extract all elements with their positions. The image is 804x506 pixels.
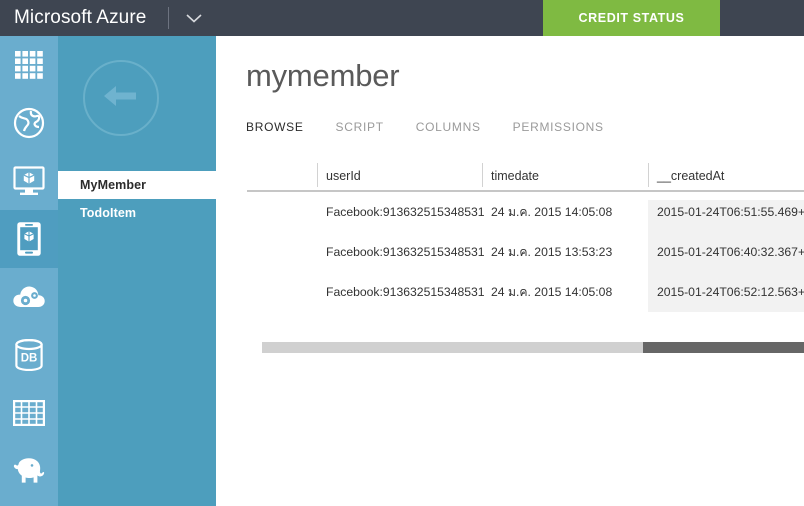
grid-all-items-icon — [14, 50, 44, 80]
grid-header-row: userId timedate __createdAt — [247, 160, 804, 192]
chevron-down-icon[interactable] — [185, 12, 203, 24]
rail-item-cloud-integration[interactable] — [0, 268, 58, 326]
column-header-userid[interactable]: userId — [317, 160, 482, 192]
tab-bar: BROWSE SCRIPT COLUMNS PERMISSIONS — [246, 120, 636, 134]
credit-status-button[interactable]: CREDIT STATUS — [543, 0, 720, 36]
nav-item-todoitem[interactable]: TodoItem — [58, 199, 216, 227]
tab-script[interactable]: SCRIPT — [336, 120, 384, 134]
table-row[interactable]: Facebook:913632515348531 24 ม.ค. 2015 13… — [247, 232, 804, 272]
azure-portal-window: Microsoft Azure CREDIT STATUS DB MyMembe… — [0, 0, 804, 506]
horizontal-scrollbar-thumb[interactable] — [643, 342, 804, 353]
rail-item-storage[interactable] — [0, 384, 58, 442]
rail-item-sql-databases[interactable]: DB — [0, 326, 58, 384]
back-button[interactable] — [83, 60, 159, 136]
column-header-createdat[interactable]: __createdAt — [648, 160, 804, 192]
table-nav-panel: MyMember TodoItem — [58, 36, 216, 506]
top-bar: Microsoft Azure CREDIT STATUS — [0, 0, 804, 36]
brand-title: Microsoft Azure — [14, 7, 147, 28]
monitor-cloud-service-icon — [13, 166, 45, 196]
horizontal-scrollbar[interactable] — [262, 342, 804, 353]
cell-timedate: 24 ม.ค. 2015 14:05:08 — [491, 204, 613, 219]
nav-item-label: MyMember — [80, 178, 147, 192]
back-arrow-icon — [100, 81, 142, 116]
page-title: mymember — [246, 58, 400, 93]
mobile-services-icon — [16, 221, 42, 257]
tab-permissions[interactable]: PERMISSIONS — [513, 120, 604, 134]
service-icon-rail: DB — [0, 36, 58, 506]
column-header-blank[interactable] — [247, 160, 317, 192]
rail-item-mobile-services[interactable] — [0, 210, 58, 268]
rail-item-hdinsight[interactable] — [0, 442, 58, 500]
rail-item-all-items[interactable] — [0, 36, 58, 94]
rail-item-websites[interactable] — [0, 94, 58, 152]
cell-userid: Facebook:913632515348531 — [326, 245, 485, 259]
cell-createdat: 2015-01-24T06:40:32.367+. — [657, 245, 804, 259]
cell-blank — [247, 272, 317, 312]
tab-browse[interactable]: BROWSE — [246, 120, 304, 134]
tab-columns[interactable]: COLUMNS — [416, 120, 481, 134]
cloud-gears-icon — [12, 283, 46, 311]
data-grid: userId timedate __createdAt Facebook:913… — [247, 160, 804, 353]
cell-userid: Facebook:913632515348531 — [326, 205, 485, 219]
database-db-icon: DB — [15, 339, 43, 371]
globe-network-icon — [13, 107, 45, 139]
content-area: mymember BROWSE SCRIPT COLUMNS PERMISSIO… — [216, 36, 804, 506]
cell-blank — [247, 232, 317, 272]
table-storage-icon — [13, 400, 45, 426]
column-header-timedate[interactable]: timedate — [482, 160, 648, 192]
nav-item-label: TodoItem — [80, 206, 137, 220]
rail-item-cloud-services[interactable] — [0, 152, 58, 210]
grid-body: Facebook:913632515348531 24 ม.ค. 2015 14… — [247, 192, 804, 312]
cell-timedate: 24 ม.ค. 2015 14:05:08 — [491, 284, 613, 299]
brand-divider — [168, 7, 170, 29]
cell-blank — [247, 192, 317, 232]
hadoop-elephant-icon — [12, 456, 46, 486]
cell-createdat: 2015-01-24T06:52:12.563+. — [657, 285, 804, 299]
cell-timedate: 24 ม.ค. 2015 13:53:23 — [491, 244, 613, 259]
cell-createdat: 2015-01-24T06:51:55.469+. — [657, 205, 804, 219]
table-row[interactable]: Facebook:913632515348531 24 ม.ค. 2015 14… — [247, 272, 804, 312]
rail-item-cloud[interactable] — [0, 500, 58, 506]
svg-text:DB: DB — [21, 353, 38, 365]
cell-userid: Facebook:913632515348531 — [326, 285, 485, 299]
nav-item-mymember[interactable]: MyMember — [58, 171, 216, 199]
table-row[interactable]: Facebook:913632515348531 24 ม.ค. 2015 14… — [247, 192, 804, 232]
